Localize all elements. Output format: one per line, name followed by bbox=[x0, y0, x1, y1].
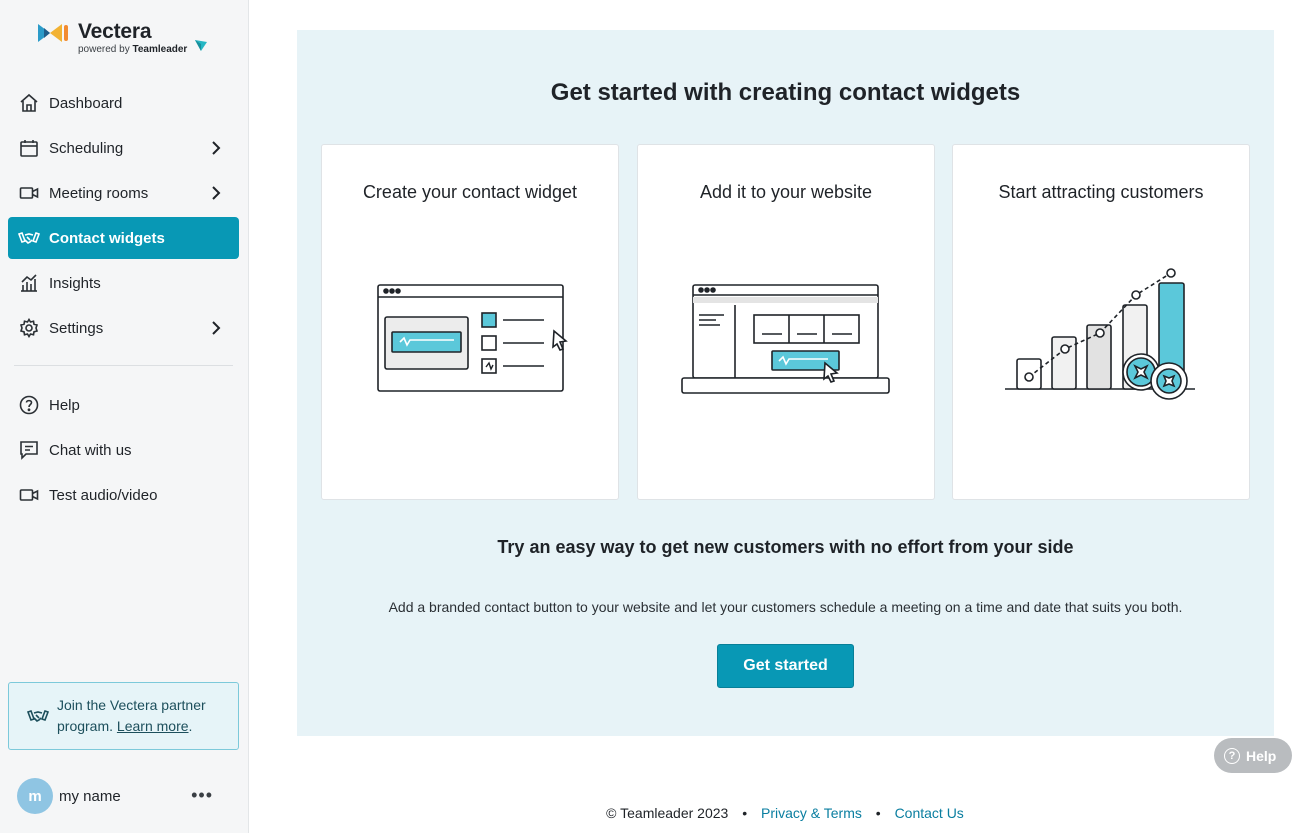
learn-more-link[interactable]: Learn more bbox=[117, 718, 189, 734]
powered-by: powered by Teamleader bbox=[78, 44, 188, 55]
get-started-button[interactable]: Get started bbox=[717, 644, 854, 688]
vectera-logo-icon bbox=[38, 24, 68, 42]
home-icon bbox=[18, 92, 40, 114]
card-title: Create your contact widget bbox=[362, 182, 578, 202]
privacy-terms-link[interactable]: Privacy & Terms bbox=[761, 805, 862, 821]
growth-chart-illustration-icon bbox=[1005, 268, 1195, 400]
help-widget-label: Help bbox=[1246, 747, 1277, 764]
sidebar-item-scheduling[interactable]: Scheduling bbox=[8, 127, 239, 169]
sidebar-item-test-audio-video[interactable]: Test audio/video bbox=[8, 474, 239, 516]
chat-icon bbox=[18, 439, 40, 461]
card-title: Start attracting customers bbox=[998, 182, 1204, 202]
sidebar-item-label: Settings bbox=[49, 319, 104, 337]
step-card-website: Add it to your website bbox=[637, 144, 935, 500]
sidebar-item-label: Contact widgets bbox=[49, 229, 165, 247]
sidebar-item-label: Meeting rooms bbox=[49, 184, 149, 202]
video-icon bbox=[18, 182, 40, 204]
sidebar-item-dashboard[interactable]: Dashboard bbox=[8, 82, 239, 124]
nav-divider bbox=[14, 365, 233, 366]
widget-illustration-icon bbox=[377, 284, 568, 392]
question-icon bbox=[18, 394, 40, 416]
chevron-right-icon bbox=[212, 141, 221, 155]
handshake-icon bbox=[18, 227, 40, 249]
footer-separator: • bbox=[875, 805, 881, 821]
sidebar-item-chat[interactable]: Chat with us bbox=[8, 429, 239, 471]
step-card-customers: Start attracting customers bbox=[952, 144, 1250, 500]
sidebar: Vectera powered by Teamleader Dashboard … bbox=[0, 0, 249, 833]
chevron-right-icon bbox=[212, 186, 221, 200]
sidebar-item-settings[interactable]: Settings bbox=[8, 307, 239, 349]
step-card-create: Create your contact widget bbox=[321, 144, 619, 500]
onboarding-panel: Get started with creating contact widget… bbox=[297, 30, 1274, 736]
partner-banner: Join the Vectera partner program. Learn … bbox=[8, 682, 239, 750]
avatar: m bbox=[17, 778, 53, 814]
sidebar-item-label: Scheduling bbox=[49, 139, 124, 157]
calendar-icon bbox=[18, 137, 40, 159]
card-title: Add it to your website bbox=[699, 182, 873, 202]
panel-subtitle: Try an easy way to get new customers wit… bbox=[497, 537, 1074, 557]
help-widget-button[interactable]: ? Help bbox=[1214, 738, 1292, 773]
user-name: my name bbox=[59, 787, 121, 805]
sidebar-item-meeting-rooms[interactable]: Meeting rooms bbox=[8, 172, 239, 214]
question-icon: ? bbox=[1224, 747, 1240, 764]
footer: © Teamleader 2023 • Privacy & Terms • Co… bbox=[249, 805, 1316, 821]
page-title: Get started with creating contact widget… bbox=[550, 79, 1021, 106]
vectera-logo[interactable]: Vectera powered by Teamleader bbox=[38, 20, 213, 58]
video-icon bbox=[18, 484, 40, 506]
sidebar-item-contact-widgets[interactable]: Contact widgets bbox=[8, 217, 239, 259]
contact-us-link[interactable]: Contact Us bbox=[895, 805, 964, 821]
chart-icon bbox=[18, 272, 40, 294]
sidebar-item-label: Insights bbox=[49, 274, 101, 292]
teamleader-logo-icon bbox=[195, 40, 207, 51]
main-nav: Dashboard Scheduling Meeting rooms Conta… bbox=[8, 82, 239, 519]
copyright: © Teamleader 2023 bbox=[606, 805, 729, 821]
handshake-icon bbox=[26, 709, 50, 722]
sidebar-item-help[interactable]: Help bbox=[8, 384, 239, 426]
sidebar-item-label: Chat with us bbox=[49, 441, 132, 459]
user-profile[interactable]: m my name ••• bbox=[17, 778, 239, 814]
sidebar-item-label: Dashboard bbox=[49, 94, 123, 112]
more-options-icon[interactable]: ••• bbox=[191, 786, 213, 804]
website-illustration-icon bbox=[681, 284, 890, 394]
gear-icon bbox=[18, 317, 40, 339]
sidebar-item-label: Help bbox=[49, 396, 80, 414]
footer-separator: • bbox=[742, 805, 748, 821]
sidebar-item-label: Test audio/video bbox=[49, 486, 158, 504]
panel-description: Add a branded contact button to your web… bbox=[388, 599, 1183, 615]
brand-name: Vectera bbox=[78, 20, 152, 43]
sidebar-item-insights[interactable]: Insights bbox=[8, 262, 239, 304]
chevron-right-icon bbox=[212, 321, 221, 335]
